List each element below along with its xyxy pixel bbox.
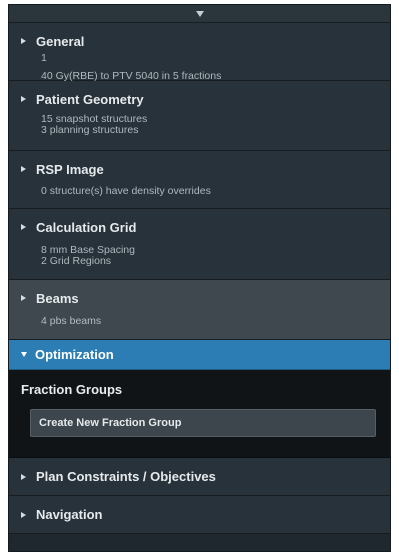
fraction-groups-panel: Fraction Groups Create New Fraction Grou… [9, 370, 390, 458]
section-beams[interactable]: Beams 4 pbs beams [9, 280, 390, 340]
section-title: Beams [36, 290, 79, 306]
caret-right-icon [21, 38, 26, 44]
section-title: Navigation [36, 507, 103, 522]
caret-right-icon [21, 511, 26, 518]
section-summary: 0 structure(s) have density overrides [21, 186, 378, 197]
section-title: Optimization [35, 347, 114, 362]
section-summary: 4 pbs beams [21, 316, 378, 327]
plan-properties-panel: General 1 40 Gy(RBE) to PTV 5040 in 5 fr… [8, 4, 391, 552]
section-header-rsp-image[interactable]: RSP Image [21, 161, 378, 177]
section-title: RSP Image [36, 161, 104, 177]
section-rsp-image[interactable]: RSP Image 0 structure(s) have density ov… [9, 151, 390, 209]
section-header-optimization[interactable]: Optimization [9, 340, 390, 370]
summary-line: 2 Grid Regions [41, 255, 112, 267]
fraction-groups-title: Fraction Groups [21, 382, 123, 397]
section-header-navigation[interactable]: Navigation [9, 496, 390, 534]
section-header-calculation-grid[interactable]: Calculation Grid [21, 219, 378, 235]
section-title: General [36, 33, 85, 49]
caret-down-icon [21, 352, 27, 357]
section-patient-geometry[interactable]: Patient Geometry 15 snapshot structures … [9, 81, 390, 151]
section-title: Calculation Grid [36, 219, 137, 235]
section-header-general[interactable]: General [21, 33, 378, 49]
create-fraction-group-button[interactable]: Create New Fraction Group [30, 409, 376, 437]
section-title: Plan Constraints / Objectives [36, 469, 216, 484]
section-header-beams[interactable]: Beams [21, 290, 378, 306]
triangle-down-icon [195, 10, 204, 17]
caret-right-icon [21, 295, 26, 301]
section-header-plan-constraints[interactable]: Plan Constraints / Objectives [9, 458, 390, 496]
caret-right-icon [21, 96, 26, 102]
caret-right-icon [21, 166, 26, 172]
section-calculation-grid[interactable]: Calculation Grid 8 mm Base Spacing 2 Gri… [9, 209, 390, 280]
section-summary: 15 snapshot structures 3 planning struct… [21, 114, 378, 136]
summary-line: 4 pbs beams [41, 315, 102, 327]
section-header-patient-geometry[interactable]: Patient Geometry [21, 91, 378, 107]
summary-line: 1 [41, 52, 47, 64]
caret-right-icon [21, 473, 26, 480]
summary-line: 3 planning structures [41, 124, 139, 136]
section-summary: 8 mm Base Spacing 2 Grid Regions [21, 245, 378, 267]
section-title: Patient Geometry [36, 91, 144, 107]
caret-right-icon [21, 224, 26, 230]
section-general[interactable]: General 1 40 Gy(RBE) to PTV 5040 in 5 fr… [9, 23, 390, 82]
section-summary: 1 40 Gy(RBE) to PTV 5040 in 5 fractions [21, 53, 378, 82]
summary-line: 0 structure(s) have density overrides [41, 185, 211, 197]
panel-collapse-toggle[interactable] [9, 5, 390, 23]
